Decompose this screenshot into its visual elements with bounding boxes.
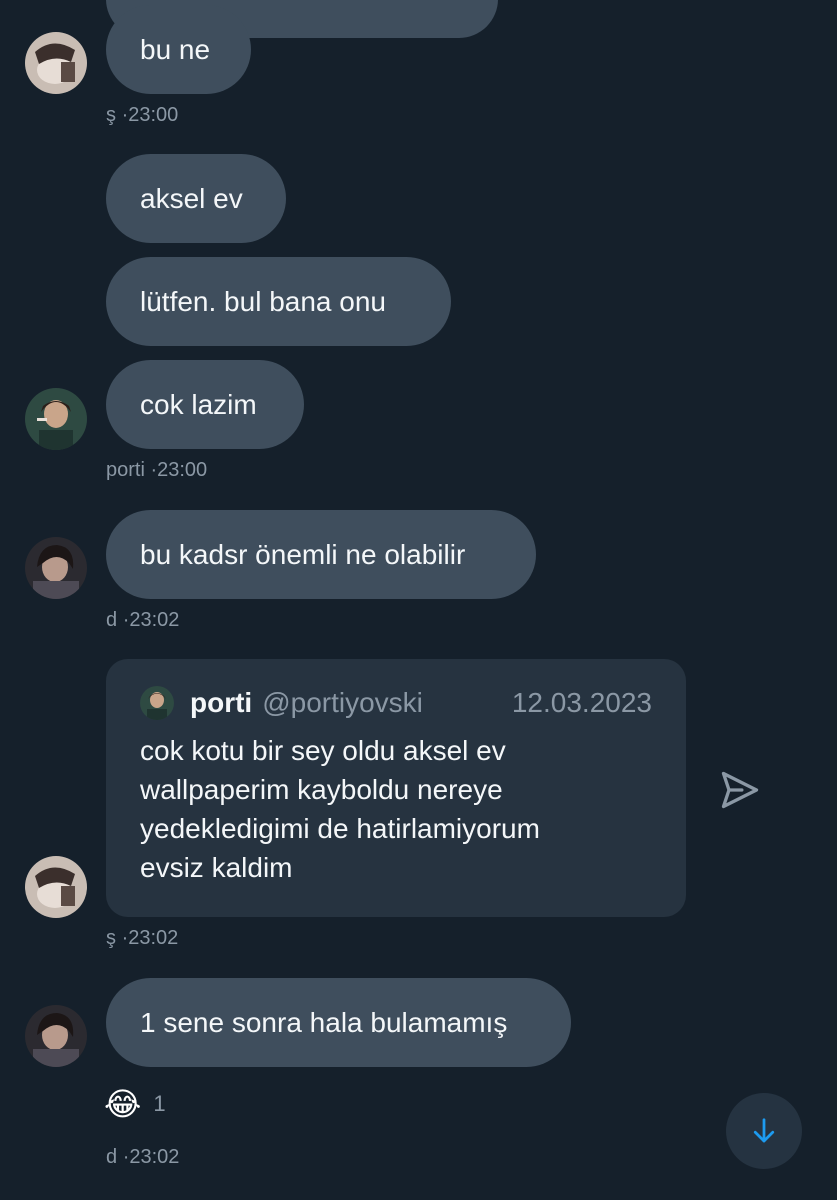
- message-bubble[interactable]: aksel ev: [106, 154, 286, 243]
- quoted-post-date: 12.03.2023: [511, 687, 652, 718]
- message-bubble[interactable]: lütfen. bul bana onu: [106, 257, 451, 346]
- laughing-emoji-icon: 😂: [104, 1085, 142, 1123]
- avatar[interactable]: [25, 1005, 87, 1067]
- message-meta: ş ·23:02: [106, 927, 178, 950]
- arrow-down-icon: [753, 1118, 775, 1143]
- sender-name: d: [106, 1146, 118, 1168]
- message-meta: porti ·23:00: [106, 459, 207, 482]
- message-meta: d ·23:02: [106, 609, 179, 632]
- message-bubble[interactable]: 1 sene sonra hala bulamamış: [106, 978, 571, 1067]
- avatar[interactable]: [25, 856, 87, 918]
- scroll-to-bottom-button[interactable]: [726, 1093, 802, 1169]
- avatar[interactable]: [25, 537, 87, 599]
- message-meta: d ·23:02: [106, 1146, 179, 1169]
- timestamp: ·23:00: [150, 459, 208, 481]
- timestamp: ·23:02: [122, 1146, 180, 1168]
- timestamp: ·23:00: [121, 104, 179, 126]
- message-bubble[interactable]: bu ne: [106, 5, 251, 94]
- reaction[interactable]: 😂 1: [104, 1084, 166, 1124]
- quoted-post-avatar[interactable]: [140, 686, 174, 720]
- sender-name: ş: [106, 927, 116, 949]
- timestamp: ·23:02: [122, 609, 180, 631]
- sender-name: ş: [106, 104, 116, 126]
- avatar[interactable]: [25, 388, 87, 450]
- reaction-count: 1: [153, 1091, 166, 1116]
- quoted-post-line: wallpaperim kayboldu nereye: [140, 774, 503, 805]
- sender-name: porti: [106, 459, 145, 481]
- quoted-post-header: porti @portiyovski 12.03.2023: [140, 685, 652, 721]
- send-icon[interactable]: [718, 768, 762, 812]
- quoted-post-line: cok kotu bir sey oldu aksel ev: [140, 735, 506, 766]
- quoted-post-body: cok kotu bir sey oldu aksel ev wallpaper…: [140, 731, 540, 887]
- quoted-post-line: yedekledigimi de hatirlamiyorum: [140, 813, 540, 844]
- quoted-post-line: evsiz kaldim: [140, 852, 293, 883]
- message-meta: ş ·23:00: [106, 104, 178, 127]
- sender-name: d: [106, 609, 118, 631]
- timestamp: ·23:02: [121, 927, 179, 949]
- message-bubble[interactable]: bu kadsr önemli ne olabilir: [106, 510, 536, 599]
- quoted-post-card[interactable]: porti @portiyovski 12.03.2023 cok kotu b…: [106, 659, 686, 917]
- avatar[interactable]: [25, 32, 87, 94]
- quoted-post-name: porti: [190, 687, 253, 718]
- quoted-post-handle: @portiyovski: [262, 687, 423, 718]
- message-bubble[interactable]: cok lazim: [106, 360, 304, 449]
